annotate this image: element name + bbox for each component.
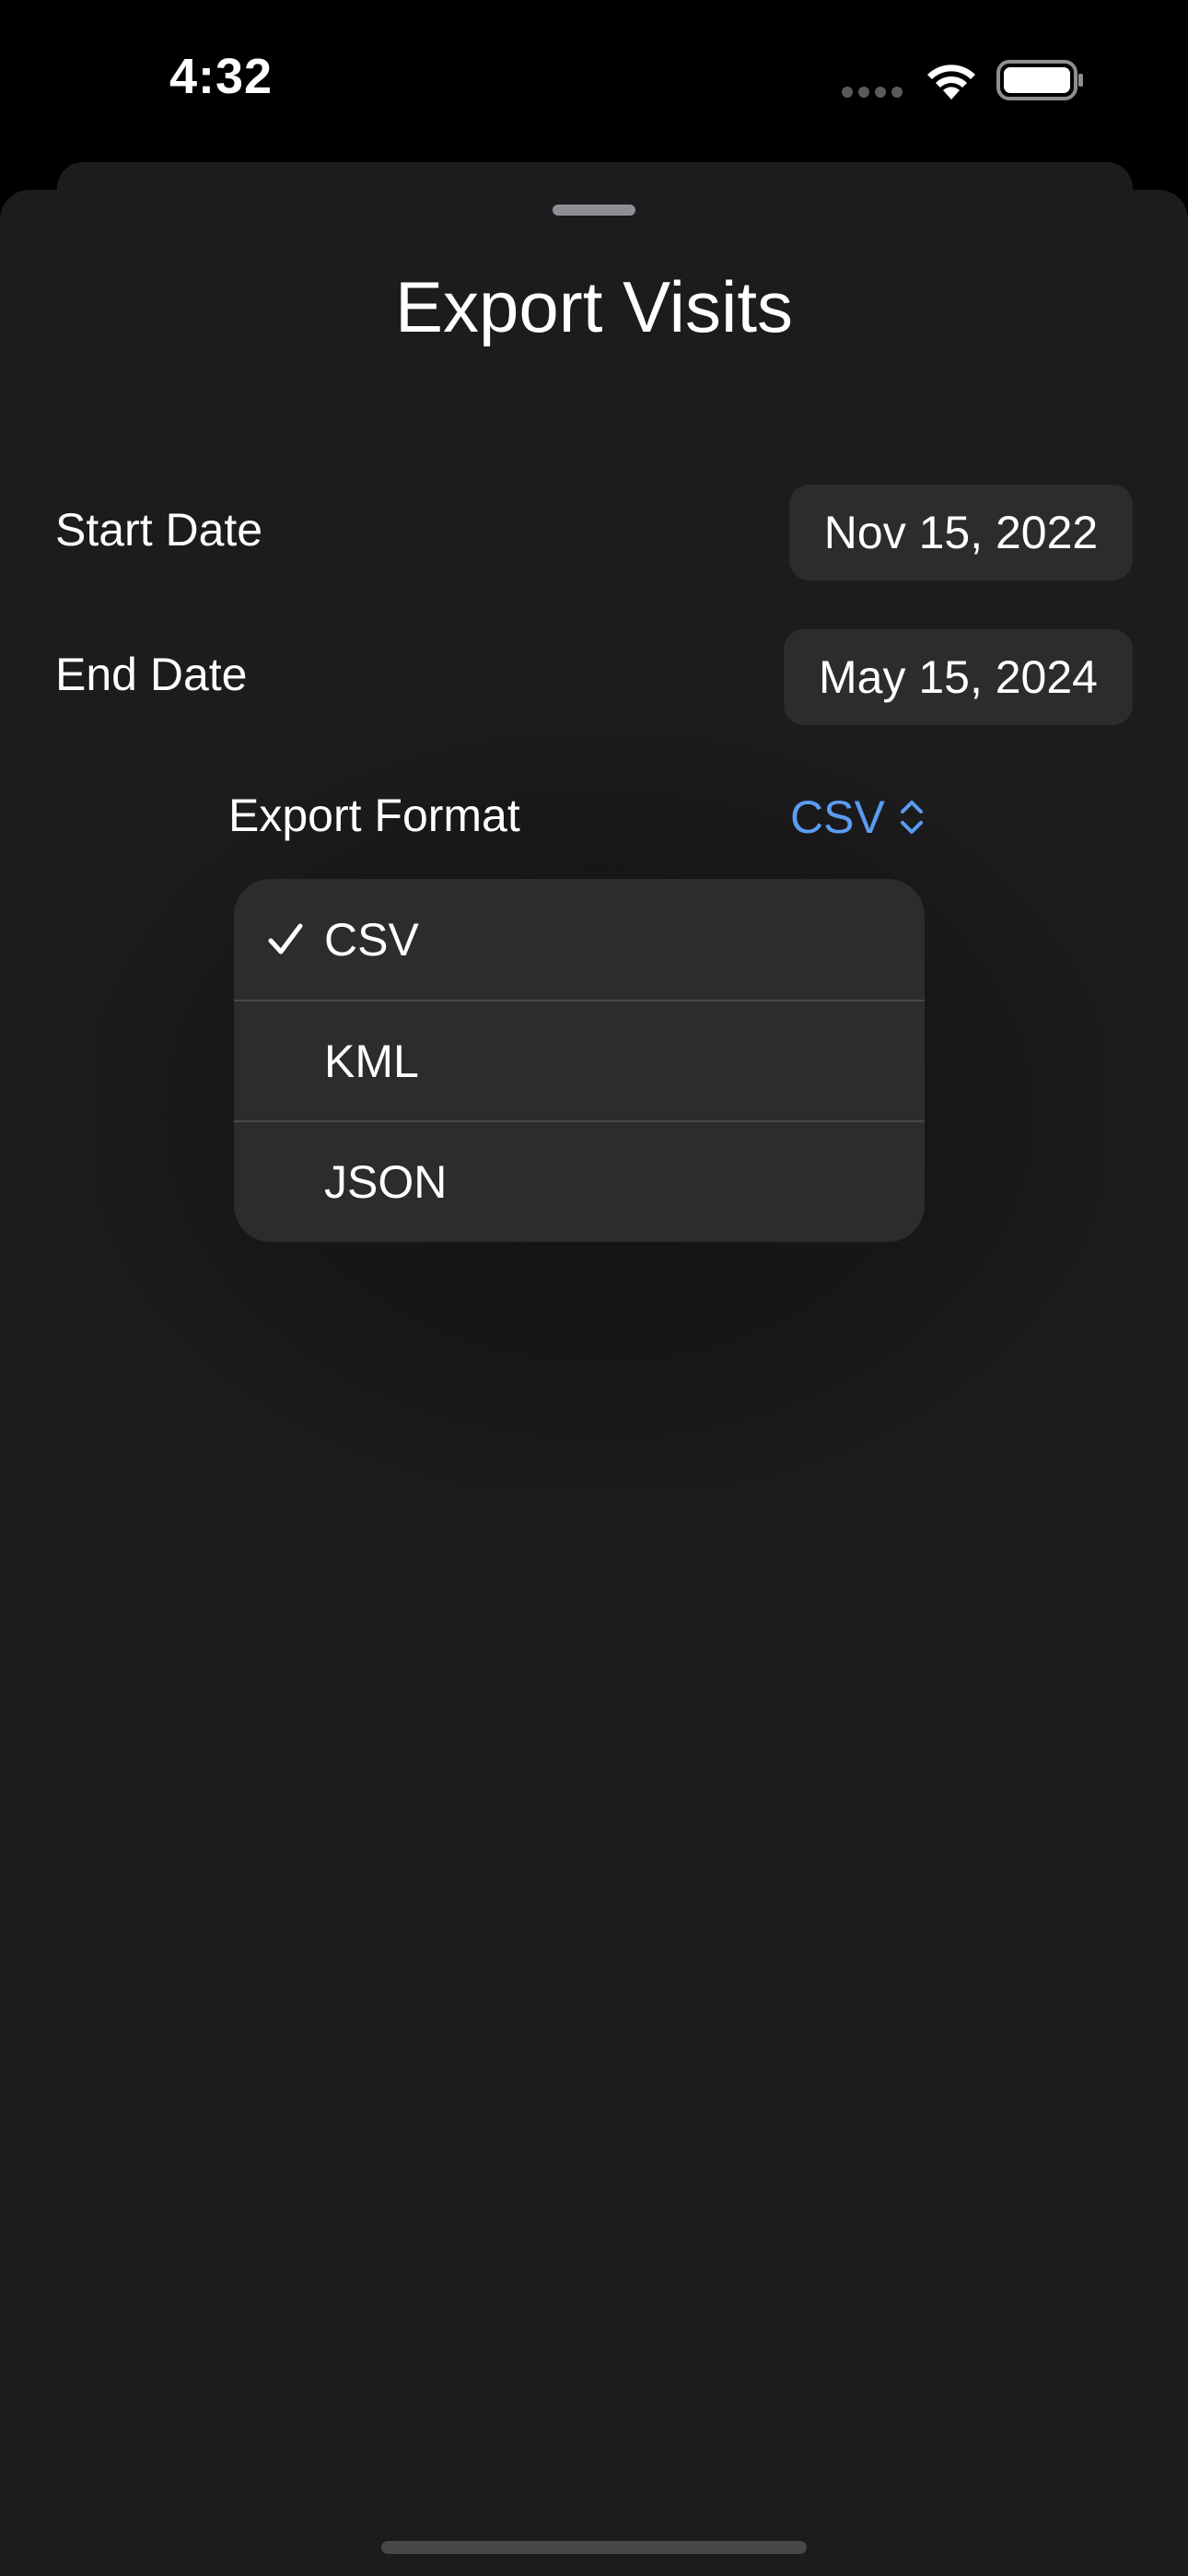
export-format-menu: CSV KML JSON <box>234 879 925 1242</box>
wifi-icon <box>927 64 975 100</box>
export-format-label: Export Format <box>228 790 520 841</box>
sheet-grabber[interactable] <box>553 205 635 216</box>
status-time: 4:32 <box>169 49 274 104</box>
menu-item-label: JSON <box>324 1155 448 1208</box>
export-format-selected-value: CSV <box>790 791 885 843</box>
menu-item-label: KML <box>324 1035 419 1087</box>
home-indicator[interactable] <box>381 2541 807 2554</box>
menu-item-label: CSV <box>324 913 419 966</box>
end-date-picker[interactable]: May 15, 2024 <box>784 629 1133 725</box>
checkmark-icon <box>268 923 303 954</box>
menu-item-json[interactable]: JSON <box>234 1120 925 1241</box>
cellular-signal-icon <box>842 87 903 98</box>
sheet-title: Export Visits <box>394 266 794 347</box>
menu-item-csv[interactable]: CSV <box>234 879 925 1000</box>
battery-icon <box>996 60 1083 100</box>
end-date-label: End Date <box>55 649 248 700</box>
status-bar: 4:32 <box>0 0 1188 162</box>
start-date-label: Start Date <box>55 504 263 556</box>
start-date-picker[interactable]: Nov 15, 2022 <box>789 485 1133 580</box>
menu-item-kml[interactable]: KML <box>234 1000 925 1120</box>
chevron-up-down-icon <box>900 801 923 834</box>
export-format-picker[interactable]: CSV <box>790 785 926 849</box>
